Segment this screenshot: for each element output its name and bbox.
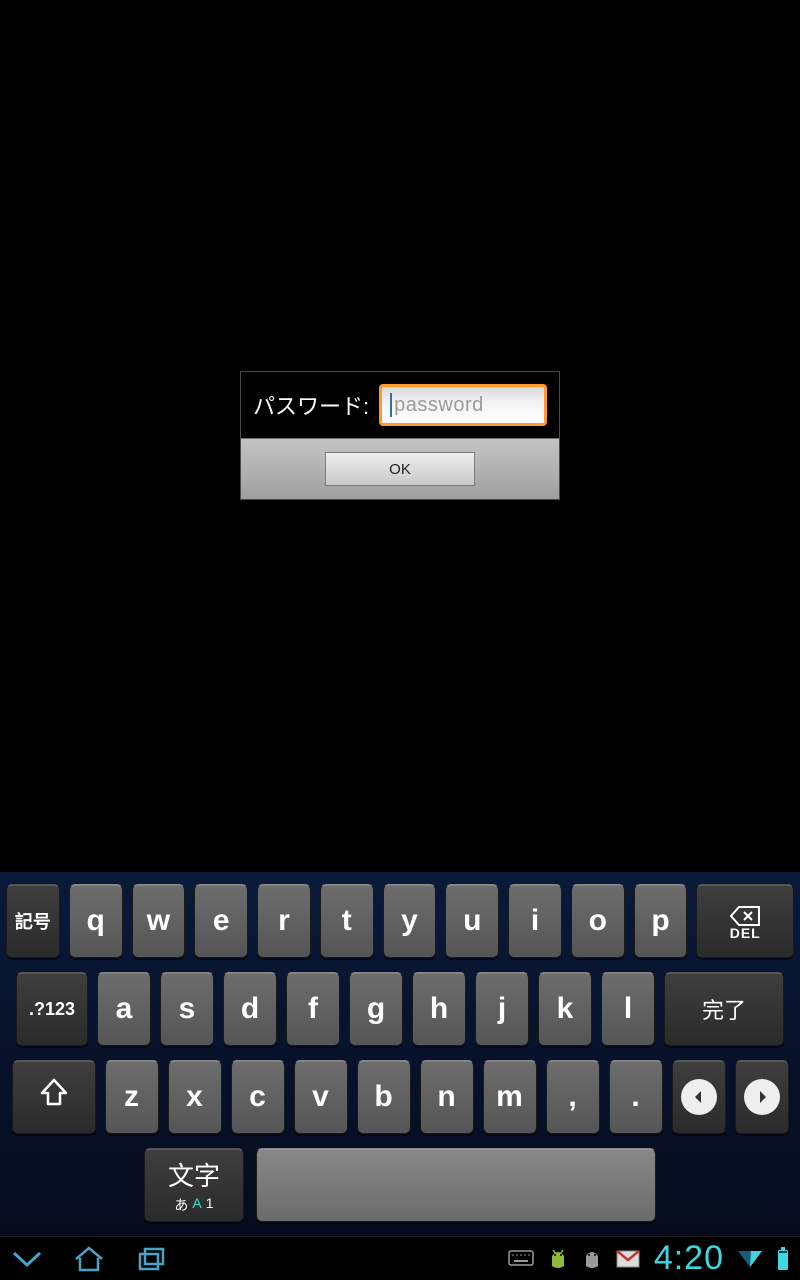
key-h[interactable]: h — [412, 972, 466, 1046]
nav-back-button[interactable] — [10, 1249, 44, 1269]
key-z[interactable]: z — [105, 1060, 159, 1134]
key-x[interactable]: x — [168, 1060, 222, 1134]
ok-button-label: OK — [389, 461, 411, 478]
key-s[interactable]: s — [160, 972, 214, 1046]
key-delete[interactable]: DEL — [696, 884, 794, 958]
keyboard-row-4: 文字 あ A 1 — [6, 1148, 794, 1222]
key-w[interactable]: w — [132, 884, 186, 958]
key-o[interactable]: o — [571, 884, 625, 958]
nav-home-button[interactable] — [72, 1245, 106, 1273]
arrow-left-icon — [681, 1079, 717, 1115]
key-symbols[interactable]: 記号 — [6, 884, 60, 958]
key-p[interactable]: p — [634, 884, 688, 958]
dialog-input-row: パスワード: password — [241, 372, 559, 438]
nav-right-group: 4:20 — [508, 1239, 790, 1278]
key-i[interactable]: i — [508, 884, 562, 958]
key-space[interactable] — [256, 1148, 656, 1222]
keyboard-row-1: 記号 q w e r t y u i o p DEL — [6, 884, 794, 958]
password-input[interactable]: password — [379, 384, 547, 426]
battery-icon — [776, 1247, 790, 1271]
arrow-right-icon — [744, 1079, 780, 1115]
key-d[interactable]: d — [223, 972, 277, 1046]
key-mode-numeric[interactable]: .?123 — [16, 972, 88, 1046]
key-e[interactable]: e — [194, 884, 248, 958]
dialog-button-row: OK — [241, 438, 559, 499]
keyboard-row-3: z x c v b n m , . — [6, 1060, 794, 1134]
key-y[interactable]: y — [383, 884, 437, 958]
key-f[interactable]: f — [286, 972, 340, 1046]
key-j[interactable]: j — [475, 972, 529, 1046]
key-shift[interactable] — [12, 1060, 96, 1134]
android-notification-icon — [582, 1248, 602, 1270]
key-r[interactable]: r — [257, 884, 311, 958]
password-placeholder: password — [390, 394, 484, 417]
ime-indicator-icon[interactable] — [508, 1250, 534, 1268]
key-t[interactable]: t — [320, 884, 374, 958]
key-a[interactable]: a — [97, 972, 151, 1046]
key-input-mode-sublabel: あ A 1 — [174, 1195, 213, 1215]
key-done[interactable]: 完了 — [664, 972, 784, 1046]
status-clock: 4:20 — [654, 1239, 724, 1278]
key-k[interactable]: k — [538, 972, 592, 1046]
soft-keyboard: 記号 q w e r t y u i o p DEL .?123 a s d f… — [0, 872, 800, 1236]
gmail-notification-icon — [616, 1250, 640, 1268]
key-delete-label: DEL — [730, 925, 761, 941]
key-comma[interactable]: , — [546, 1060, 600, 1134]
key-u[interactable]: u — [445, 884, 499, 958]
nav-left-group — [10, 1245, 168, 1273]
backspace-icon — [729, 901, 761, 923]
system-navigation-bar: 4:20 — [0, 1236, 800, 1280]
key-g[interactable]: g — [349, 972, 403, 1046]
key-input-mode-label: 文字 — [168, 1156, 220, 1193]
key-arrow-left[interactable] — [672, 1060, 726, 1134]
key-l[interactable]: l — [601, 972, 655, 1046]
password-label: パスワード: — [253, 389, 369, 421]
wifi-icon — [738, 1249, 762, 1269]
clock-time: 4:20 — [654, 1239, 724, 1278]
key-m[interactable]: m — [483, 1060, 537, 1134]
key-b[interactable]: b — [357, 1060, 411, 1134]
ok-button[interactable]: OK — [325, 452, 475, 486]
key-period[interactable]: . — [609, 1060, 663, 1134]
key-v[interactable]: v — [294, 1060, 348, 1134]
android-debug-icon — [548, 1248, 568, 1270]
key-arrow-right[interactable] — [735, 1060, 789, 1134]
keyboard-row-2: .?123 a s d f g h j k l 完了 — [6, 972, 794, 1046]
nav-recent-apps-button[interactable] — [134, 1245, 168, 1273]
key-c[interactable]: c — [231, 1060, 285, 1134]
key-input-mode[interactable]: 文字 あ A 1 — [144, 1148, 244, 1222]
shift-icon — [37, 1076, 71, 1118]
key-n[interactable]: n — [420, 1060, 474, 1134]
password-dialog: パスワード: password OK — [240, 371, 560, 500]
key-q[interactable]: q — [69, 884, 123, 958]
